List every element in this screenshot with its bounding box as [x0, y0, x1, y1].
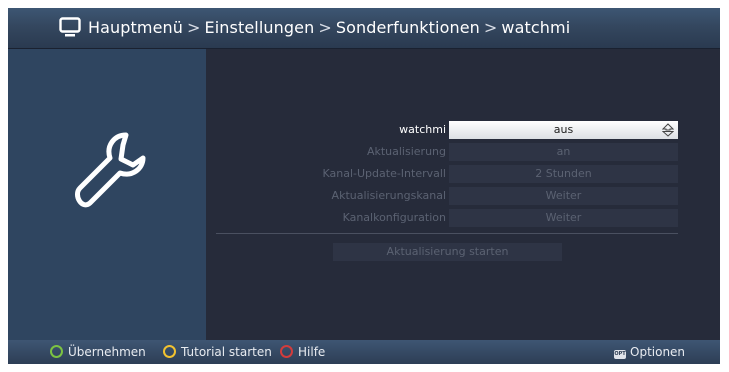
setting-value[interactable]: Weiter [449, 187, 678, 205]
breadcrumb-separator: > [318, 18, 332, 37]
opt-button-icon: OPT [614, 350, 626, 359]
setting-row-watchmi[interactable]: watchmi aus [206, 121, 720, 139]
setting-label: Kanal-Update-Intervall [322, 167, 447, 180]
red-button-icon [280, 345, 293, 358]
breadcrumb-item-sonderfunktionen[interactable]: Sonderfunktionen [336, 18, 480, 37]
setting-row-aktualisierung[interactable]: Aktualisierung an [206, 143, 720, 161]
up-down-arrow-icon[interactable] [662, 123, 674, 137]
footer-red-action[interactable]: Hilfe [280, 344, 325, 360]
setting-row-kanal-update-intervall[interactable]: Kanal-Update-Intervall 2 Stunden [206, 165, 720, 183]
setting-row-aktualisierungskanal[interactable]: Aktualisierungskanal Weiter [206, 187, 720, 205]
setting-value[interactable]: 2 Stunden [449, 165, 678, 183]
setting-label: watchmi [399, 123, 446, 136]
footer-green-action[interactable]: Übernehmen [50, 344, 146, 360]
header-bar: Hauptmenü > Einstellungen > Sonderfunktionen… [8, 8, 720, 49]
breadcrumb-separator: > [187, 18, 201, 37]
start-update-button[interactable]: Aktualisierung starten [333, 243, 562, 261]
category-panel [8, 49, 206, 340]
setting-value-select[interactable]: aus [449, 121, 678, 139]
setting-label: Aktualisierung [366, 145, 446, 158]
breadcrumb-item-einstellungen[interactable]: Einstellungen [205, 18, 315, 37]
divider [216, 233, 678, 234]
breadcrumb-item-watchmi: watchmi [501, 18, 571, 37]
breadcrumb-item-hauptmenue[interactable]: Hauptmenü [88, 18, 183, 37]
setting-row-kanalkonfiguration[interactable]: Kanalkonfiguration Weiter [206, 209, 720, 227]
footer-red-label: Hilfe [298, 345, 326, 359]
green-button-icon [50, 345, 63, 358]
setting-label: Aktualisierungskanal [331, 189, 446, 202]
setting-value[interactable]: Weiter [449, 209, 678, 227]
setting-value[interactable]: an [449, 143, 678, 161]
footer-green-label: Übernehmen [68, 345, 146, 359]
footer-options-action[interactable]: OPT Optionen [614, 344, 685, 360]
tv-icon [59, 17, 81, 37]
breadcrumb-separator: > [483, 18, 498, 37]
footer-yellow-action[interactable]: Tutorial starten [163, 344, 272, 360]
breadcrumb: Hauptmenü > Einstellungen > Sonderfunktionen… [88, 18, 570, 37]
settings-content: watchmi aus Aktualisierung an Kanal-Upda… [206, 49, 720, 340]
footer-yellow-label: Tutorial starten [181, 345, 272, 359]
wrench-icon [75, 132, 146, 208]
footer-bar: Übernehmen Tutorial starten Hilfe OPT Opt… [8, 340, 720, 364]
setting-value: aus [553, 123, 574, 136]
tv-screen: Hauptmenü > Einstellungen > Sonderfunktionen… [8, 8, 720, 364]
yellow-button-icon [163, 345, 176, 358]
setting-label: Kanalkonfiguration [342, 211, 446, 224]
footer-options-label: Optionen [630, 345, 686, 359]
